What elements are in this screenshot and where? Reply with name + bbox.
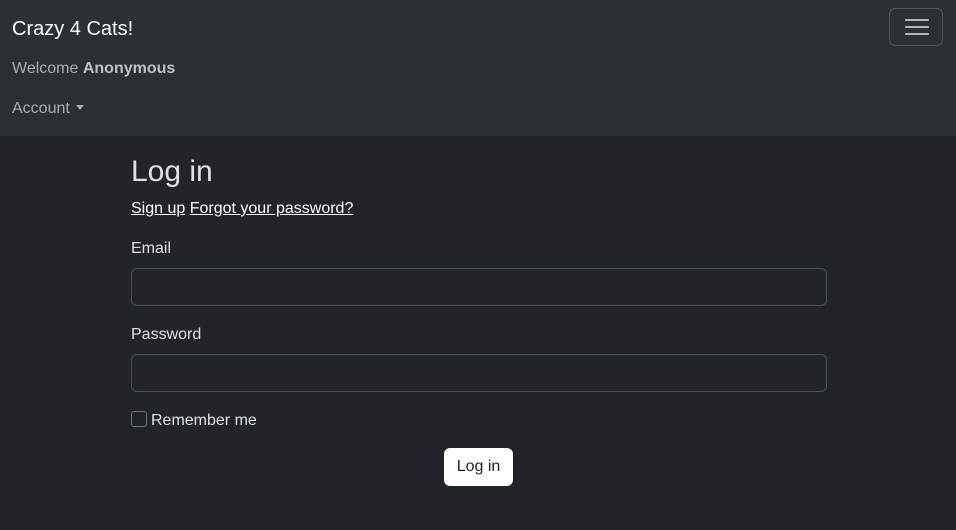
hamburger-icon [905, 33, 929, 35]
auth-links: Sign up Forgot your password? [131, 199, 353, 219]
email-label: Email [131, 240, 172, 257]
navbar: Crazy 4 Cats! Welcome Anonymous Account [0, 0, 956, 136]
remember-me: Remember me [131, 411, 257, 431]
email-field[interactable] [131, 268, 827, 306]
forgot-password-link[interactable]: Forgot your password? [190, 200, 354, 217]
username: Anonymous [82, 60, 176, 77]
password-label: Password [131, 326, 202, 343]
login-button[interactable]: Log in [444, 448, 513, 486]
remember-me-label[interactable]: Remember me [151, 412, 257, 429]
hamburger-icon [905, 26, 929, 28]
account-dropdown[interactable]: Account [12, 99, 84, 119]
welcome-prefix: Welcome [12, 60, 83, 77]
navbar-toggler-button[interactable] [889, 8, 943, 46]
caret-down-icon [75, 105, 84, 110]
hamburger-icon [905, 19, 929, 21]
password-field[interactable] [131, 354, 827, 392]
page-title: Log in [131, 155, 213, 188]
remember-me-checkbox[interactable] [131, 411, 147, 427]
brand-link[interactable]: Crazy 4 Cats! [12, 17, 133, 41]
account-label: Account [12, 100, 70, 117]
welcome-text: Welcome Anonymous [12, 59, 175, 79]
signup-link[interactable]: Sign up [131, 200, 185, 217]
